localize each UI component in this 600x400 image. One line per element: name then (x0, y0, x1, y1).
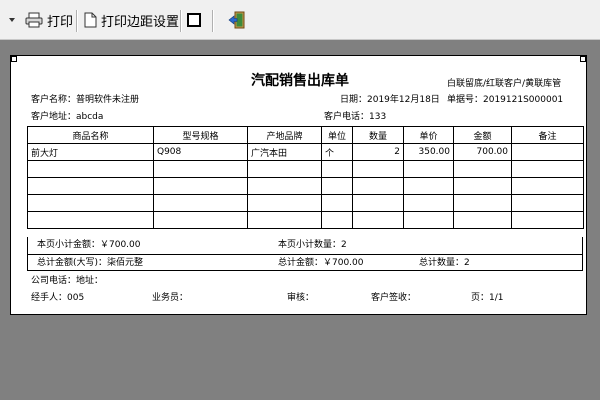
copy-note: 白联留底/红联客户/黄联库管 (447, 79, 562, 89)
table-cell: Q908 (153, 143, 248, 161)
column-header: 金额 (453, 126, 512, 144)
table-cell (403, 211, 454, 229)
order-date: 日期：2019年12月18日 (340, 95, 440, 105)
page-subtotal-qty: 本页小计数量：2 (278, 240, 347, 250)
table-cell (453, 211, 512, 229)
table-cell (453, 177, 512, 195)
table-cell (27, 194, 154, 212)
table-cell (153, 177, 248, 195)
toolbar: 打印 打印边距设置 (0, 0, 600, 40)
printer-icon (25, 12, 43, 28)
toolbar-separator (76, 10, 78, 32)
table-cell (153, 211, 248, 229)
customer-address: 客户地址：abcda (31, 112, 104, 122)
table-cell (27, 160, 154, 178)
table-cell (321, 177, 353, 195)
table-cell (511, 194, 584, 212)
column-header: 产地品牌 (247, 126, 322, 144)
table-cell (352, 177, 404, 195)
page-subtotal-amount: 本页小计金额：￥700.00 (37, 240, 141, 250)
total-amount-upper: 总计金额(大写)：柒佰元整 (37, 258, 144, 268)
table-cell: 前大灯 (27, 143, 154, 161)
items-table: 商品名称 型号规格 产地品牌 单位 数量 单价 金额 备注 前大灯 Q908 广… (27, 126, 584, 229)
customer-signature: 客户签收： (371, 293, 417, 303)
window-button[interactable] (187, 10, 201, 30)
print-margin-button[interactable]: 打印边距设置 (84, 10, 179, 30)
table-cell (453, 194, 512, 212)
column-header: 型号规格 (153, 126, 248, 144)
table-cell (27, 177, 154, 195)
table-cell: 350.00 (403, 143, 454, 161)
table-header-row: 商品名称 型号规格 产地品牌 单位 数量 单价 金额 备注 (27, 126, 584, 144)
margin-marker[interactable] (11, 56, 17, 62)
column-header: 单价 (403, 126, 454, 144)
table-cell (352, 211, 404, 229)
print-button[interactable]: 打印 (25, 10, 73, 30)
table-cell (352, 160, 404, 178)
table-cell (321, 211, 353, 229)
total-qty: 总计数量：2 (419, 258, 470, 268)
table-cell (511, 143, 584, 161)
table-row (27, 194, 584, 212)
table-cell: 700.00 (453, 143, 512, 161)
table-cell: 个 (321, 143, 353, 161)
exit-door-icon (228, 11, 246, 29)
column-header: 商品名称 (27, 126, 154, 144)
table-cell (247, 177, 322, 195)
table-cell (27, 211, 154, 229)
table-row: 前大灯 Q908 广汽本田 个 2 350.00 700.00 (27, 143, 584, 161)
print-margin-label: 打印边距设置 (101, 14, 180, 30)
table-cell (153, 160, 248, 178)
reviewer: 审核： (287, 293, 315, 303)
table-row (27, 177, 584, 195)
table-cell: 广汽本田 (247, 143, 322, 161)
table-cell (511, 177, 584, 195)
table-cell (153, 194, 248, 212)
table-cell (511, 211, 584, 229)
page-icon (84, 12, 97, 28)
table-cell (247, 211, 322, 229)
toolbar-separator (212, 10, 214, 32)
chevron-down-icon (8, 16, 16, 24)
table-row (27, 160, 584, 178)
margin-marker[interactable] (580, 56, 586, 62)
toolbar-separator (180, 10, 182, 32)
customer-phone: 客户电话：133 (324, 112, 387, 122)
table-cell (321, 160, 353, 178)
exit-button[interactable] (228, 10, 246, 30)
table-cell (453, 160, 512, 178)
table-cell (403, 160, 454, 178)
table-cell (247, 194, 322, 212)
handler: 经手人：005 (31, 293, 85, 303)
company-info: 公司电话：地址： (31, 276, 104, 286)
table-cell (511, 160, 584, 178)
column-header: 单位 (321, 126, 353, 144)
column-header: 数量 (352, 126, 404, 144)
table-cell (247, 160, 322, 178)
window-icon (187, 13, 201, 27)
table-cell (403, 194, 454, 212)
order-number: 单据号：2019121S000001 (447, 95, 564, 105)
dropdown-button[interactable] (8, 10, 16, 30)
page-number: 页：1/1 (471, 293, 504, 303)
salesman: 业务员： (152, 293, 189, 303)
totals-divider (28, 254, 582, 255)
column-header: 备注 (511, 126, 584, 144)
print-label: 打印 (47, 14, 74, 30)
table-cell (352, 194, 404, 212)
table-cell: 2 (352, 143, 404, 161)
total-amount: 总计金额：￥700.00 (278, 258, 364, 268)
table-cell (321, 194, 353, 212)
table-row (27, 211, 584, 229)
table-cell (403, 177, 454, 195)
customer-name: 客户名称：普明软件未注册 (31, 95, 140, 105)
